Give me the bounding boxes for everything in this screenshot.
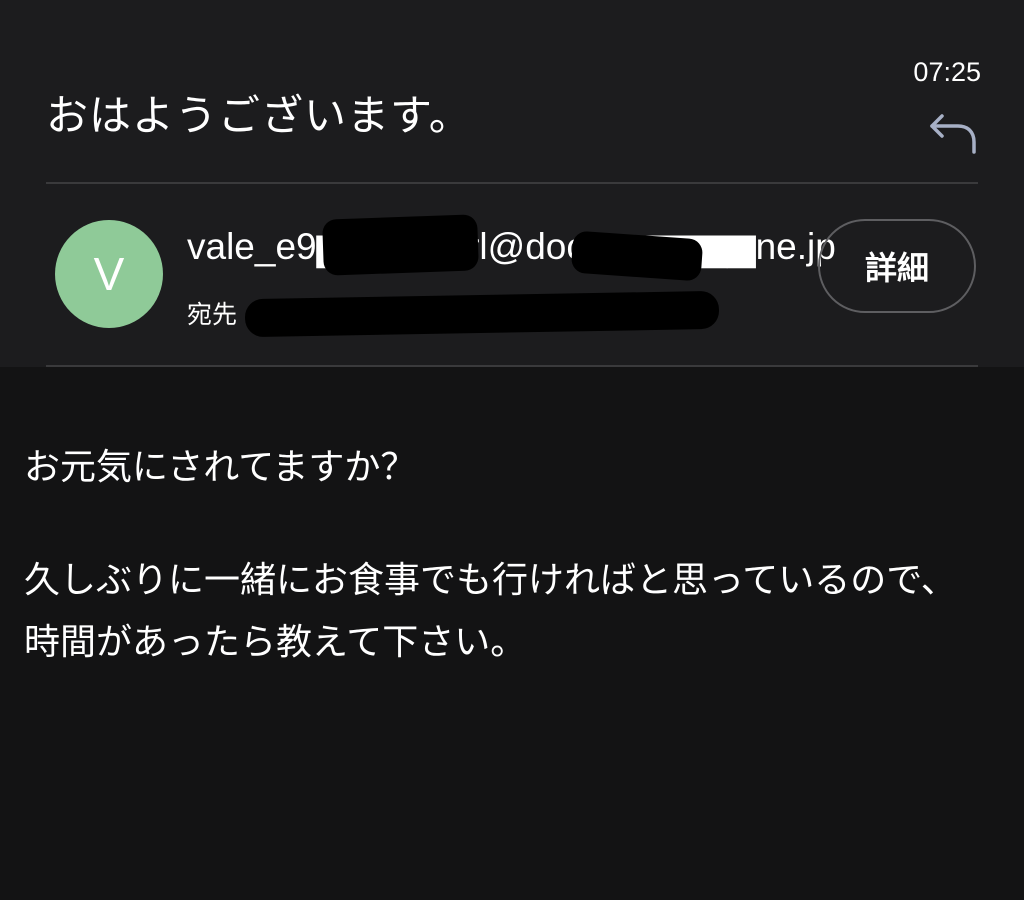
- email-subject: おはようございます。: [46, 91, 472, 140]
- redaction-mark: [244, 290, 720, 338]
- header-divider: [46, 182, 978, 184]
- sender-avatar[interactable]: V: [55, 220, 163, 328]
- recipient-label: 宛先: [187, 300, 238, 329]
- redaction-mark: [570, 230, 704, 282]
- email-body-paragraph: お元気にされてますか？: [24, 447, 417, 488]
- email-header: おはようございます。 07:25 V vale_e9▆▆▆▆▆irl@doc▆▆…: [0, 0, 1024, 367]
- redaction-mark: [322, 214, 479, 276]
- recipient-row: 宛先: [187, 290, 747, 338]
- header-bottom-divider: [46, 365, 978, 367]
- email-time: 07:25: [913, 57, 981, 87]
- reply-icon[interactable]: [928, 112, 980, 156]
- sender-address: vale_e9▆▆▆▆▆irl@doc▆▆▆▆▆▆ne.jp: [187, 226, 836, 267]
- email-body-paragraph: 久しぶりに一緒にお食事でも行ければと思っているので、時間があったら教えて下さい。: [24, 560, 957, 663]
- details-button[interactable]: 詳細: [818, 219, 976, 313]
- sender-info: vale_e9▆▆▆▆▆irl@doc▆▆▆▆▆▆ne.jp: [187, 214, 836, 282]
